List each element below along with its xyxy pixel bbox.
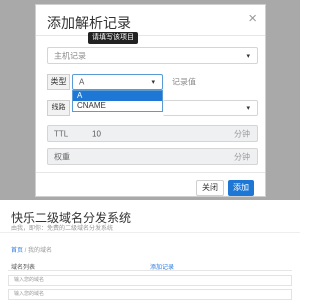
record-type-value: A (79, 77, 85, 87)
close-icon[interactable]: × (248, 11, 257, 26)
host-record-field[interactable]: 主机记录 ▾ (47, 47, 258, 64)
chevron-down-icon: ▾ (246, 52, 250, 60)
page-divider (0, 232, 300, 233)
add-button[interactable]: 添加 (228, 180, 254, 196)
breadcrumb-home[interactable]: 首页 (11, 248, 23, 254)
record-type-dropdown: A CNAME (72, 90, 163, 112)
type-label: 类型 (47, 74, 70, 90)
close-button[interactable]: 关闭 (196, 180, 224, 196)
add-record-modal: 添加解析记录 × 主机记录 ▾ 请填写该项目 类型 A ▾ 记录值 线路 ▾ A… (35, 4, 266, 197)
line-label: 线路 (47, 100, 70, 116)
chevron-down-icon: ▾ (246, 105, 250, 112)
chevron-down-icon: ▾ (151, 79, 155, 86)
type-option-cname[interactable]: CNAME (73, 101, 162, 111)
line-select[interactable]: ▾ (163, 100, 258, 116)
page-subtitle: 由我，即你：免费的二级域名分发系统 (11, 226, 114, 232)
record-type-select[interactable]: A ▾ (72, 74, 163, 90)
weight-unit: 分钟 (234, 152, 250, 161)
record-value-input[interactable]: 记录值 (168, 74, 258, 90)
validation-tooltip: 请填写该项目 (88, 32, 138, 44)
domain-input[interactable]: 输入您的域名 (8, 289, 292, 300)
ttl-unit: 分钟 (234, 129, 250, 138)
modal-title: 添加解析记录 (47, 15, 131, 31)
domain-input[interactable]: 输入您的域名 (8, 275, 292, 286)
title-divider (36, 35, 265, 36)
record-value-placeholder: 记录值 (172, 77, 196, 87)
type-option-a[interactable]: A (73, 91, 162, 101)
ttl-value: 10 (92, 129, 101, 138)
breadcrumb-current: 我的域名 (28, 248, 53, 254)
footer-divider (36, 172, 265, 173)
ttl-label: TTL (54, 129, 69, 138)
weight-label: 权重 (54, 152, 70, 161)
weight-field[interactable]: 权重 分钟 (47, 148, 258, 165)
header-divider (8, 270, 292, 271)
breadcrumb: 首页 / 我的域名 (11, 245, 52, 254)
ttl-field[interactable]: TTL 10 分钟 (47, 125, 258, 142)
host-record-placeholder: 主机记录 (54, 51, 86, 60)
